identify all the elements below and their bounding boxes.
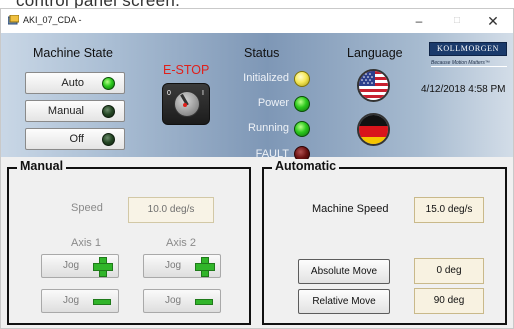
jog-label: Jog bbox=[165, 260, 182, 271]
jog-label: Jog bbox=[63, 295, 80, 306]
automatic-panel: Automatic Machine Speed 15.0 deg/s Absol… bbox=[262, 159, 507, 325]
top-caption: control panel screen. bbox=[0, 0, 514, 8]
kollmorgen-logo: KOLLMORGEN bbox=[429, 42, 507, 56]
plus-icon bbox=[195, 257, 215, 277]
axis1-jog-minus-button[interactable]: Jog bbox=[41, 289, 119, 313]
estop-label: E-STOP bbox=[163, 63, 210, 77]
estop-off-mark: 0 bbox=[167, 90, 171, 97]
absolute-move-button[interactable]: Absolute Move bbox=[298, 259, 390, 284]
manual-indicator-icon bbox=[102, 105, 115, 118]
jog-label: Jog bbox=[165, 295, 182, 306]
title-bar: AKI_07_CDA - – □ ✕ bbox=[1, 9, 513, 33]
estop-on-mark: I bbox=[202, 90, 204, 97]
manual-panel: Manual Speed 10.0 deg/s Axis 1 Axis 2 Jo… bbox=[7, 159, 251, 325]
auto-indicator-icon bbox=[102, 77, 115, 90]
close-button[interactable]: ✕ bbox=[479, 11, 507, 31]
relative-move-field[interactable]: 90 deg bbox=[414, 288, 484, 314]
running-led-icon bbox=[294, 121, 310, 137]
axis1-label: Axis 1 bbox=[71, 237, 101, 249]
status-initialized-label: Initialized bbox=[243, 72, 289, 84]
absolute-move-field[interactable]: 0 deg bbox=[414, 258, 484, 284]
manual-speed-field[interactable]: 10.0 deg/s bbox=[128, 197, 214, 223]
minus-icon bbox=[93, 299, 111, 305]
jog-label: Jog bbox=[63, 260, 80, 271]
status-title: Status bbox=[244, 46, 280, 60]
off-button-label: Off bbox=[69, 133, 84, 145]
power-led-icon bbox=[294, 96, 310, 112]
manual-speed-label: Speed bbox=[71, 202, 103, 214]
automatic-panel-title: Automatic bbox=[272, 159, 340, 173]
axis2-label: Axis 2 bbox=[166, 237, 196, 249]
brand-name: KOLLMORGEN bbox=[437, 44, 499, 53]
machine-state-title: Machine State bbox=[33, 46, 113, 60]
plus-icon bbox=[93, 257, 113, 277]
manual-panel-title: Manual bbox=[17, 159, 67, 173]
top-caption-text: control panel screen. bbox=[16, 0, 180, 8]
auto-button-label: Auto bbox=[61, 77, 84, 89]
off-indicator-icon bbox=[102, 133, 115, 146]
datetime-display: 4/12/2018 4:58 PM bbox=[421, 84, 506, 95]
minimize-button[interactable]: – bbox=[405, 11, 433, 31]
machine-speed-label: Machine Speed bbox=[312, 203, 389, 215]
axis2-jog-plus-button[interactable]: Jog bbox=[143, 254, 221, 278]
window-title: AKI_07_CDA - bbox=[23, 15, 82, 25]
status-running-label: Running bbox=[248, 122, 289, 134]
auto-button[interactable]: Auto bbox=[25, 72, 125, 94]
control-header: Machine State Auto Manual Off E-STOP 0 I… bbox=[1, 33, 513, 162]
machine-speed-field[interactable]: 15.0 deg/s bbox=[414, 197, 484, 223]
germany-flag-icon[interactable] bbox=[357, 113, 390, 146]
relative-move-button[interactable]: Relative Move bbox=[298, 289, 390, 314]
estop-switch[interactable]: 0 I bbox=[162, 83, 210, 125]
off-button[interactable]: Off bbox=[25, 128, 125, 150]
rotary-knob-icon bbox=[174, 91, 200, 117]
language-title: Language bbox=[347, 46, 403, 60]
app-window: AKI_07_CDA - – □ ✕ Machine State Auto Ma… bbox=[0, 8, 514, 329]
minus-icon bbox=[195, 299, 213, 305]
manual-button-label: Manual bbox=[47, 105, 84, 117]
us-flag-icon[interactable] bbox=[357, 69, 390, 102]
manual-button[interactable]: Manual bbox=[25, 100, 125, 122]
brand-divider bbox=[431, 66, 507, 67]
initialized-led-icon bbox=[294, 71, 310, 87]
axis1-jog-plus-button[interactable]: Jog bbox=[41, 254, 119, 278]
status-power-label: Power bbox=[257, 97, 289, 109]
app-icon bbox=[8, 15, 19, 25]
maximize-button[interactable]: □ bbox=[443, 11, 471, 31]
axis2-jog-minus-button[interactable]: Jog bbox=[143, 289, 221, 313]
